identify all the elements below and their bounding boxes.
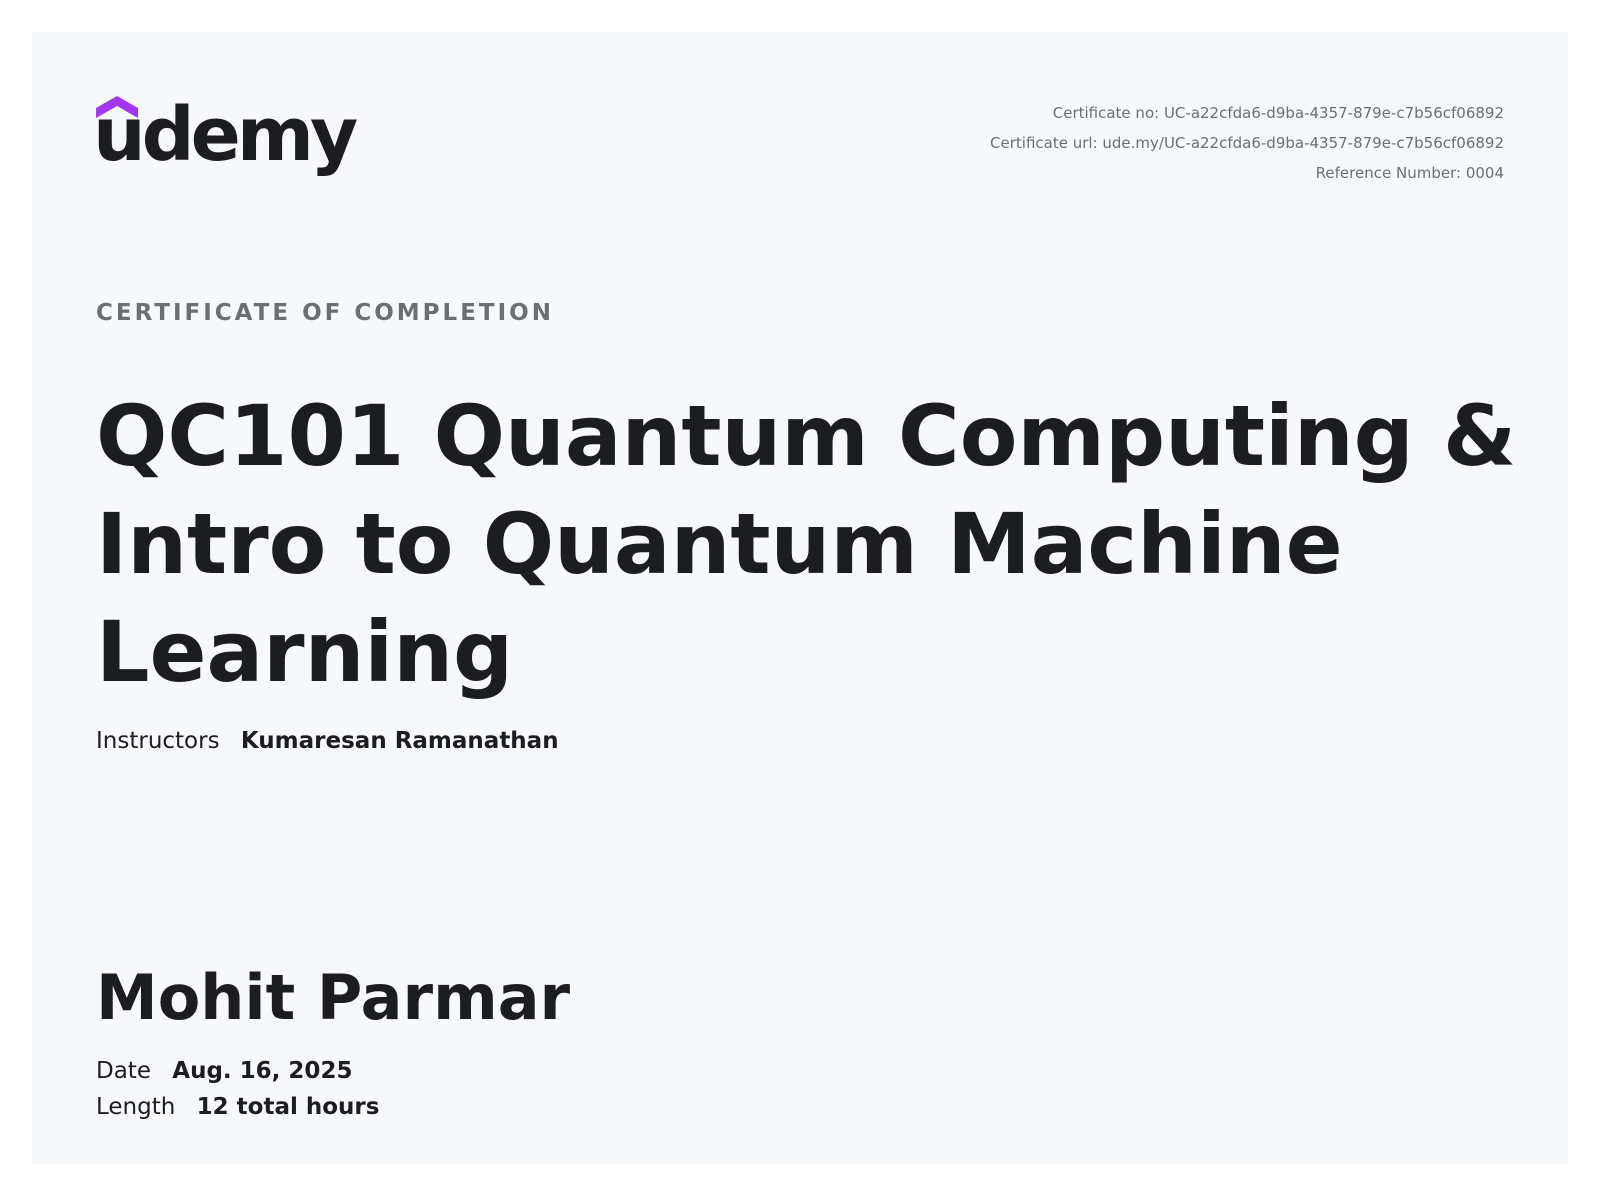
- certificate-number: UC-a22cfda6-d9ba-4357-879e-c7b56cf06892: [1163, 104, 1504, 122]
- udemy-logo: udemy: [93, 92, 366, 196]
- course-length: 12 total hours: [196, 1094, 380, 1120]
- completion-date: Aug. 16, 2025: [172, 1058, 353, 1084]
- certificate-number-label: Certificate no:: [1052, 104, 1160, 122]
- certificate-heading: CERTIFICATE OF COMPLETION: [96, 300, 554, 326]
- instructors-label: Instructors: [96, 728, 220, 754]
- logo-wordmark: udemy: [93, 92, 358, 178]
- reference-number-row: Reference Number: 0004: [990, 158, 1504, 188]
- reference-number-label: Reference Number:: [1315, 164, 1462, 182]
- certificate-sheet: udemy Certificate no: UC-a22cfda6-d9ba-4…: [32, 32, 1568, 1164]
- certificate-url: ude.my/UC-a22cfda6-d9ba-4357-879e-c7b56c…: [1102, 134, 1504, 152]
- certificate-number-row: Certificate no: UC-a22cfda6-d9ba-4357-87…: [990, 98, 1504, 128]
- date-row: Date Aug. 16, 2025: [96, 1058, 352, 1084]
- reference-number: 0004: [1465, 164, 1504, 182]
- certificate-url-label: Certificate url:: [990, 134, 1098, 152]
- student-name: Mohit Parmar: [96, 961, 571, 1034]
- certificate-meta: Certificate no: UC-a22cfda6-d9ba-4357-87…: [990, 98, 1504, 188]
- instructor-name: Kumaresan Ramanathan: [240, 728, 559, 754]
- length-row: Length 12 total hours: [96, 1094, 379, 1120]
- instructors-row: Instructors Kumaresan Ramanathan: [96, 728, 559, 754]
- certificate-url-row: Certificate url: ude.my/UC-a22cfda6-d9ba…: [990, 128, 1504, 158]
- date-label: Date: [96, 1058, 151, 1084]
- course-title: QC101 Quantum Computing & Intro to Quant…: [96, 387, 1517, 701]
- length-label: Length: [96, 1094, 176, 1120]
